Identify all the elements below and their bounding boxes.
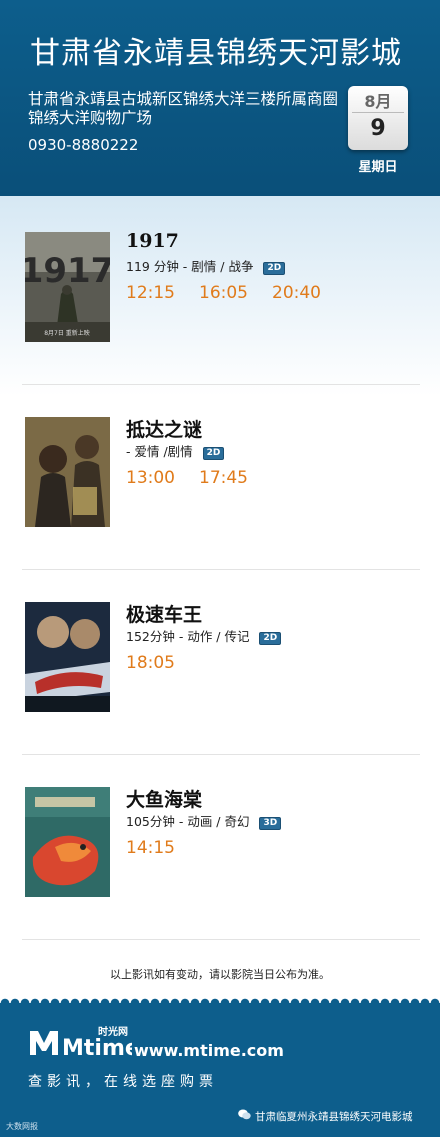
movie-title[interactable]: 极速车王	[126, 600, 202, 627]
calendar-day: 9	[370, 116, 386, 141]
format-badge: 2D	[263, 262, 286, 275]
movie-info: 119 分钟 - 剧情 / 战争 2D	[126, 256, 286, 275]
svg-text:1917: 1917	[25, 251, 110, 291]
movie-info: - 爱情 /剧情 2D	[126, 441, 225, 460]
showtime[interactable]: 17:45	[199, 468, 248, 488]
cinema-phone[interactable]: 0930-8880222	[28, 136, 138, 154]
divider	[22, 569, 420, 570]
movie-info: 152分钟 - 动作 / 传记 2D	[126, 626, 282, 645]
showtime[interactable]: 12:15	[126, 283, 175, 303]
wechat-icon	[238, 1109, 251, 1123]
showtimes: 13:00 17:45	[126, 468, 272, 488]
movie-item[interactable]: 抵达之谜 - 爱情 /剧情 2D 13:00 17:45	[0, 417, 440, 602]
showtimes: 18:05	[126, 653, 199, 673]
movie-poster[interactable]	[25, 417, 110, 527]
showtime[interactable]: 14:15	[126, 838, 175, 858]
movie-duration-genre: 105分钟 - 动画 / 奇幻	[126, 814, 250, 829]
calendar-icon: 8月 9	[348, 86, 408, 150]
movie-duration-genre: 152分钟 - 动作 / 传记	[126, 629, 250, 644]
movie-poster[interactable]: 1917 8月7日 重新上映	[25, 232, 110, 342]
movie-item[interactable]: 极速车王 152分钟 - 动作 / 传记 2D 18:05	[0, 602, 440, 787]
wechat-account-name: 甘肃临夏州永靖县锦绣天河电影城	[255, 1111, 413, 1123]
showtime[interactable]: 13:00	[126, 468, 175, 488]
calendar-divider	[352, 112, 404, 113]
weekday-label: 星期日	[358, 160, 398, 175]
movie-duration-genre: - 爱情 /剧情	[126, 444, 193, 459]
movie-title[interactable]: 1917	[126, 230, 179, 252]
watermark-credit: 大数网报	[6, 1122, 38, 1131]
showtimes: 14:15	[126, 838, 199, 858]
divider	[22, 939, 420, 940]
svg-text:8月7日 重新上映: 8月7日 重新上映	[44, 329, 90, 337]
showtimes: 12:15 16:05 20:40	[126, 283, 345, 303]
showtime[interactable]: 16:05	[199, 283, 248, 303]
divider	[22, 754, 420, 755]
movie-duration-genre: 119 分钟 - 剧情 / 战争	[126, 259, 254, 274]
wechat-account[interactable]: 甘肃临夏州永靖县锦绣天河电影城	[238, 1109, 413, 1124]
movie-title[interactable]: 抵达之谜	[126, 415, 202, 442]
schedule-notice: 以上影讯如有变动，请以影院当日公布为准。	[110, 968, 330, 981]
divider	[22, 384, 420, 385]
footer: Mtime 时光网 www.mtime.com 查影讯，在线选座购票 甘肃临夏州…	[0, 1003, 440, 1137]
cinema-name: 甘肃省永靖县锦绣天河影城	[30, 36, 402, 71]
footer-slogan: 查影讯，在线选座购票	[28, 1074, 218, 1090]
format-badge: 3D	[259, 817, 282, 830]
movie-title[interactable]: 大鱼海棠	[126, 785, 202, 812]
calendar-month: 8月	[364, 92, 392, 111]
format-badge: 2D	[202, 447, 225, 460]
movie-info: 105分钟 - 动画 / 奇幻 3D	[126, 811, 282, 830]
movie-poster[interactable]	[25, 787, 110, 897]
cinema-header: 甘肃省永靖县锦绣天河影城 甘肃省永靖县古城新区锦绣大洋三楼所属商圈锦绣大洋购物广…	[0, 0, 440, 196]
cinema-address: 甘肃省永靖县古城新区锦绣大洋三楼所属商圈锦绣大洋购物广场	[28, 90, 339, 127]
logo-cn: 时光网	[98, 1025, 128, 1038]
mtime-website-link[interactable]: www.mtime.com	[134, 1041, 284, 1060]
movie-poster[interactable]	[25, 602, 110, 712]
footer-scallop-edge	[0, 995, 440, 1003]
movie-item[interactable]: 大鱼海棠 105分钟 - 动画 / 奇幻 3D 14:15	[0, 787, 440, 972]
format-badge: 2D	[259, 632, 282, 645]
movie-item[interactable]: 1917 8月7日 重新上映 1917 119 分钟 - 剧情 / 战争 2D 1…	[0, 230, 440, 417]
showtime[interactable]: 20:40	[272, 283, 321, 303]
mtime-logo[interactable]: Mtime 时光网	[28, 1025, 140, 1063]
logo-en: Mtime	[62, 1036, 132, 1059]
showtime[interactable]: 18:05	[126, 653, 175, 673]
